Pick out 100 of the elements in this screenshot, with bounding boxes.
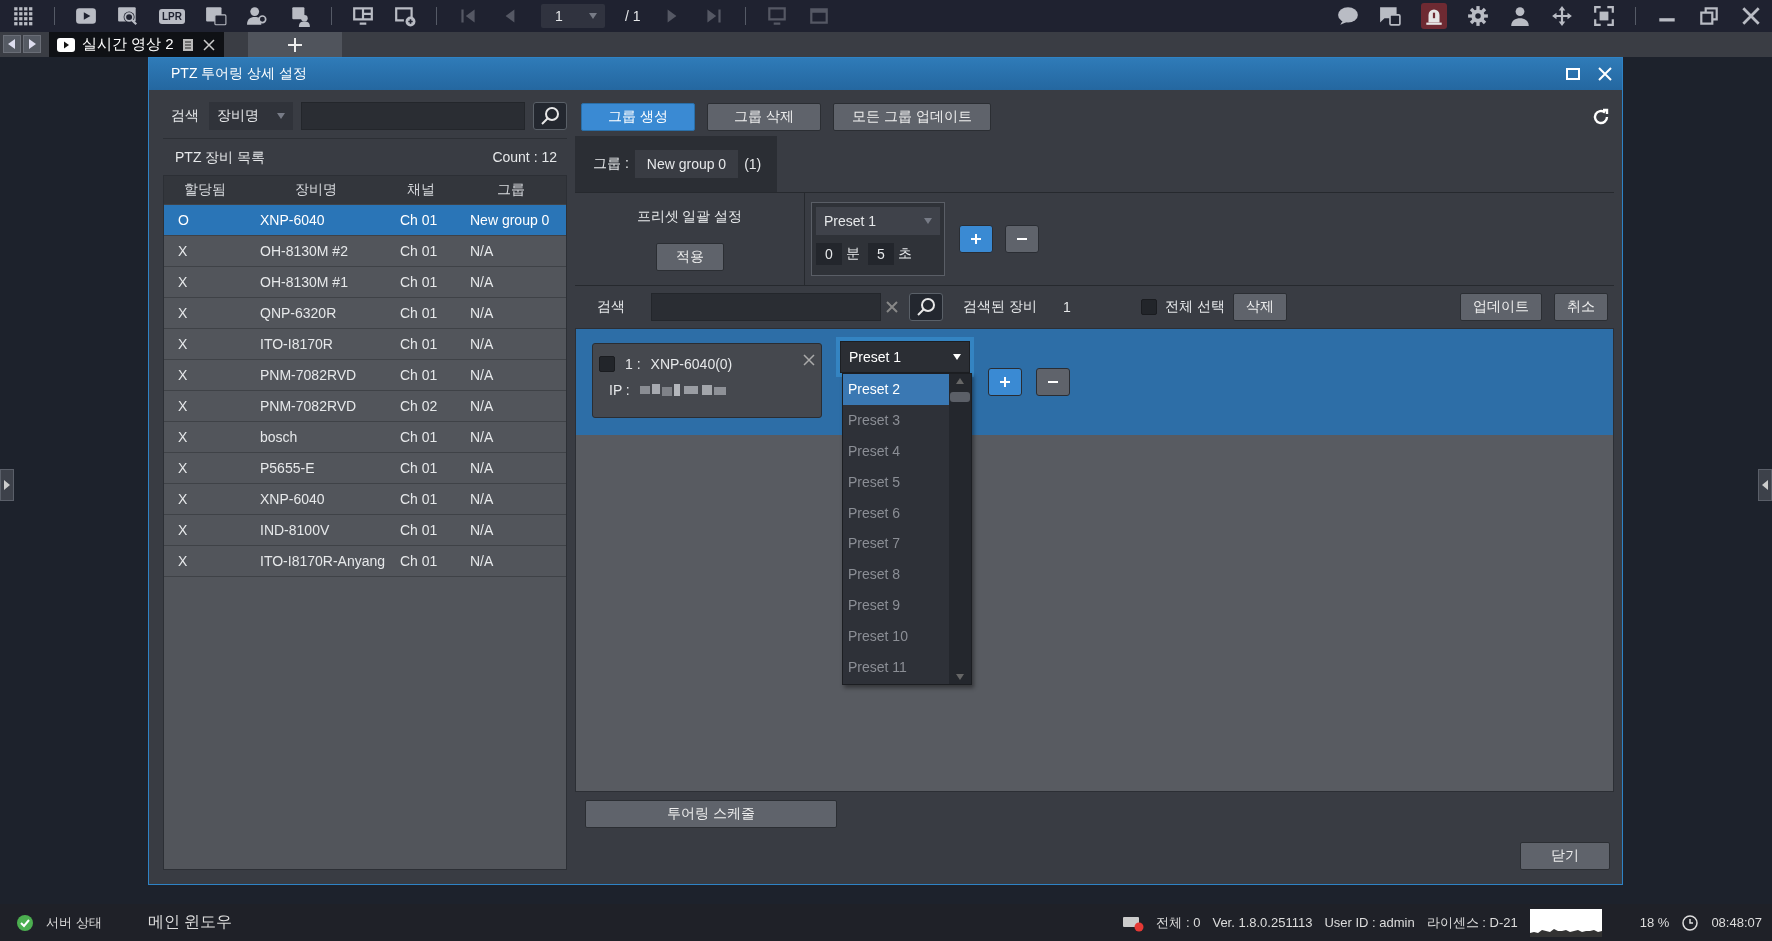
device-row[interactable]: X P5655-E Ch 01 N/A (164, 453, 566, 484)
ip-label: IP : (609, 382, 630, 398)
preset-option[interactable]: Preset 5 (843, 466, 949, 498)
table-cell-text: ITO-I8170R (259, 336, 334, 352)
minutes-field[interactable]: 0 (816, 243, 842, 265)
group-action-button[interactable]: 그룹 생성 (581, 103, 695, 131)
table-cell-text: ITO-I8170R-Anyang (259, 553, 386, 569)
preset-dropdown[interactable]: Preset 1 (816, 207, 940, 235)
preset-option[interactable]: Preset 6 (843, 497, 949, 528)
table-cell-text: Ch 01 (399, 212, 439, 228)
table-cell-text: N/A (469, 460, 495, 476)
preset-option[interactable]: Preset 3 (843, 404, 949, 436)
bulk-preset-title: 프리셋 일괄 설정 (636, 207, 743, 226)
device-count: Count : 12 (492, 149, 557, 167)
table-cell-text: XNP-6040 (259, 491, 326, 507)
preset-option[interactable]: Preset 7 (843, 528, 949, 559)
dialog-title: PTZ 투어링 상세 설정 (171, 65, 309, 83)
table-cell-text: bosch (259, 429, 299, 445)
group-name-field: New group 0 (634, 150, 739, 178)
device-row[interactable]: O XNP-6040 Ch 01 New group 0 (164, 205, 566, 236)
table-cell-text: N/A (469, 274, 495, 290)
page-total: / 1 (625, 8, 641, 24)
table-cell-text: Ch 01 (399, 305, 439, 321)
found-label: 검색된 장비 (963, 298, 1037, 316)
window-name: 메인 윈도우 (147, 912, 233, 932)
preset-option[interactable]: Preset 4 (843, 435, 949, 467)
clock-time: 08:48:07 (1711, 915, 1762, 930)
user-id: User ID : admin (1324, 915, 1415, 930)
select-all-label: 전체 선택 (1164, 298, 1225, 316)
table-cell-text: N/A (469, 243, 495, 259)
table-cell-text: X (177, 336, 189, 352)
device-row[interactable]: X XNP-6040 Ch 01 N/A (164, 484, 566, 515)
table-cell-text: PNM-7082RVD (259, 367, 358, 383)
table-cell-text: Ch 01 (399, 460, 439, 476)
total-count: 전체 : 0 (1156, 913, 1201, 932)
view-tab[interactable]: 실시간 영상 2 (49, 32, 224, 57)
column-header[interactable]: 할당됨 (164, 181, 246, 199)
table-cell-text: P5655-E (259, 460, 316, 476)
tour-schedule-button[interactable]: 투어링 스케줄 (585, 800, 837, 828)
device-row[interactable]: X PNM-7082RVD Ch 01 N/A (164, 360, 566, 391)
table-cell-text: N/A (469, 367, 495, 383)
table-cell-text: Ch 01 (399, 553, 439, 569)
table-cell-text: N/A (469, 398, 495, 414)
table-cell-text: O (177, 212, 190, 228)
table-cell-text: Ch 01 (399, 429, 439, 445)
device-row[interactable]: X OH-8130M #1 Ch 01 N/A (164, 267, 566, 298)
preset-dropdown[interactable]: Preset 1 (840, 341, 970, 373)
preset-option[interactable]: Preset 11 (843, 651, 949, 682)
group-action-button[interactable]: 그룹 삭제 (707, 103, 821, 131)
device-index: 1 : (625, 356, 641, 372)
close-button[interactable]: 닫기 (1520, 842, 1610, 870)
seconds-unit: 초 (898, 245, 912, 263)
search-field-dropdown[interactable]: 장비명 (209, 102, 293, 130)
apply-button[interactable]: 적용 (655, 242, 724, 271)
delete-button[interactable]: 삭제 (1232, 293, 1287, 321)
table-cell-text: PNM-7082RVD (259, 398, 358, 414)
preset-option[interactable]: Preset 8 (843, 558, 949, 590)
table-cell-text: Ch 01 (399, 522, 439, 538)
group-tab[interactable]: 그룹 : New group 0 (1) (575, 136, 778, 192)
table-cell-text: X (177, 460, 189, 476)
cancel-button[interactable]: 취소 (1554, 293, 1608, 321)
minutes-unit: 분 (846, 245, 860, 263)
table-cell-text: N/A (469, 305, 495, 321)
device-row[interactable]: X OH-8130M #2 Ch 01 N/A (164, 236, 566, 267)
found-count: 1 (1062, 299, 1071, 315)
server-status[interactable]: 서버 상태 (46, 913, 102, 932)
table-cell-text: Ch 01 (399, 274, 439, 290)
table-cell-text: X (177, 398, 189, 414)
cpu-usage: 18 % (1639, 915, 1670, 930)
column-header[interactable]: 채널 (386, 181, 456, 199)
device-row[interactable]: X IND-8100V Ch 01 N/A (164, 515, 566, 546)
device-row[interactable]: X ITO-I8170R Ch 01 N/A (164, 329, 566, 360)
table-cell-text: XNP-6040 (259, 212, 326, 228)
preset-option[interactable]: Preset 9 (843, 589, 949, 621)
group-count: (1) (744, 156, 762, 172)
column-header[interactable]: 장비명 (246, 181, 386, 199)
update-button[interactable]: 업데이트 (1460, 293, 1542, 321)
license-text: 라이센스 : D-21 (1426, 913, 1518, 932)
table-cell-text: QNP-6320R (259, 305, 338, 321)
column-header[interactable]: 그룹 (456, 181, 566, 199)
table-cell-text: N/A (469, 336, 495, 352)
lpr-icon[interactable]: LPR (159, 8, 185, 24)
table-cell-text: X (177, 522, 189, 538)
table-cell-text: Ch 02 (399, 398, 439, 414)
group-action-button[interactable]: 모든 그룹 업데이트 (833, 103, 991, 131)
version-text: Ver. 1.8.0.251113 (1212, 915, 1313, 930)
page-field[interactable]: 1 (541, 4, 605, 28)
table-cell-text: X (177, 274, 189, 290)
device-row[interactable]: X bosch Ch 01 N/A (164, 422, 566, 453)
table-cell-text: OH-8130M #2 (259, 243, 349, 259)
table-cell-text: X (177, 429, 189, 445)
device-row[interactable]: X ITO-I8170R-Anyang Ch 01 N/A (164, 546, 566, 577)
device-row[interactable]: X QNP-6320R Ch 01 N/A (164, 298, 566, 329)
device-name: XNP-6040(0) (650, 356, 733, 372)
table-cell-text: OH-8130M #1 (259, 274, 349, 290)
preset-option[interactable]: Preset 10 (843, 620, 949, 652)
device-row[interactable]: X PNM-7082RVD Ch 02 N/A (164, 391, 566, 422)
table-cell-text: New group 0 (469, 212, 551, 228)
seconds-field[interactable]: 5 (868, 243, 894, 265)
preset-option[interactable]: Preset 2 (843, 374, 949, 405)
